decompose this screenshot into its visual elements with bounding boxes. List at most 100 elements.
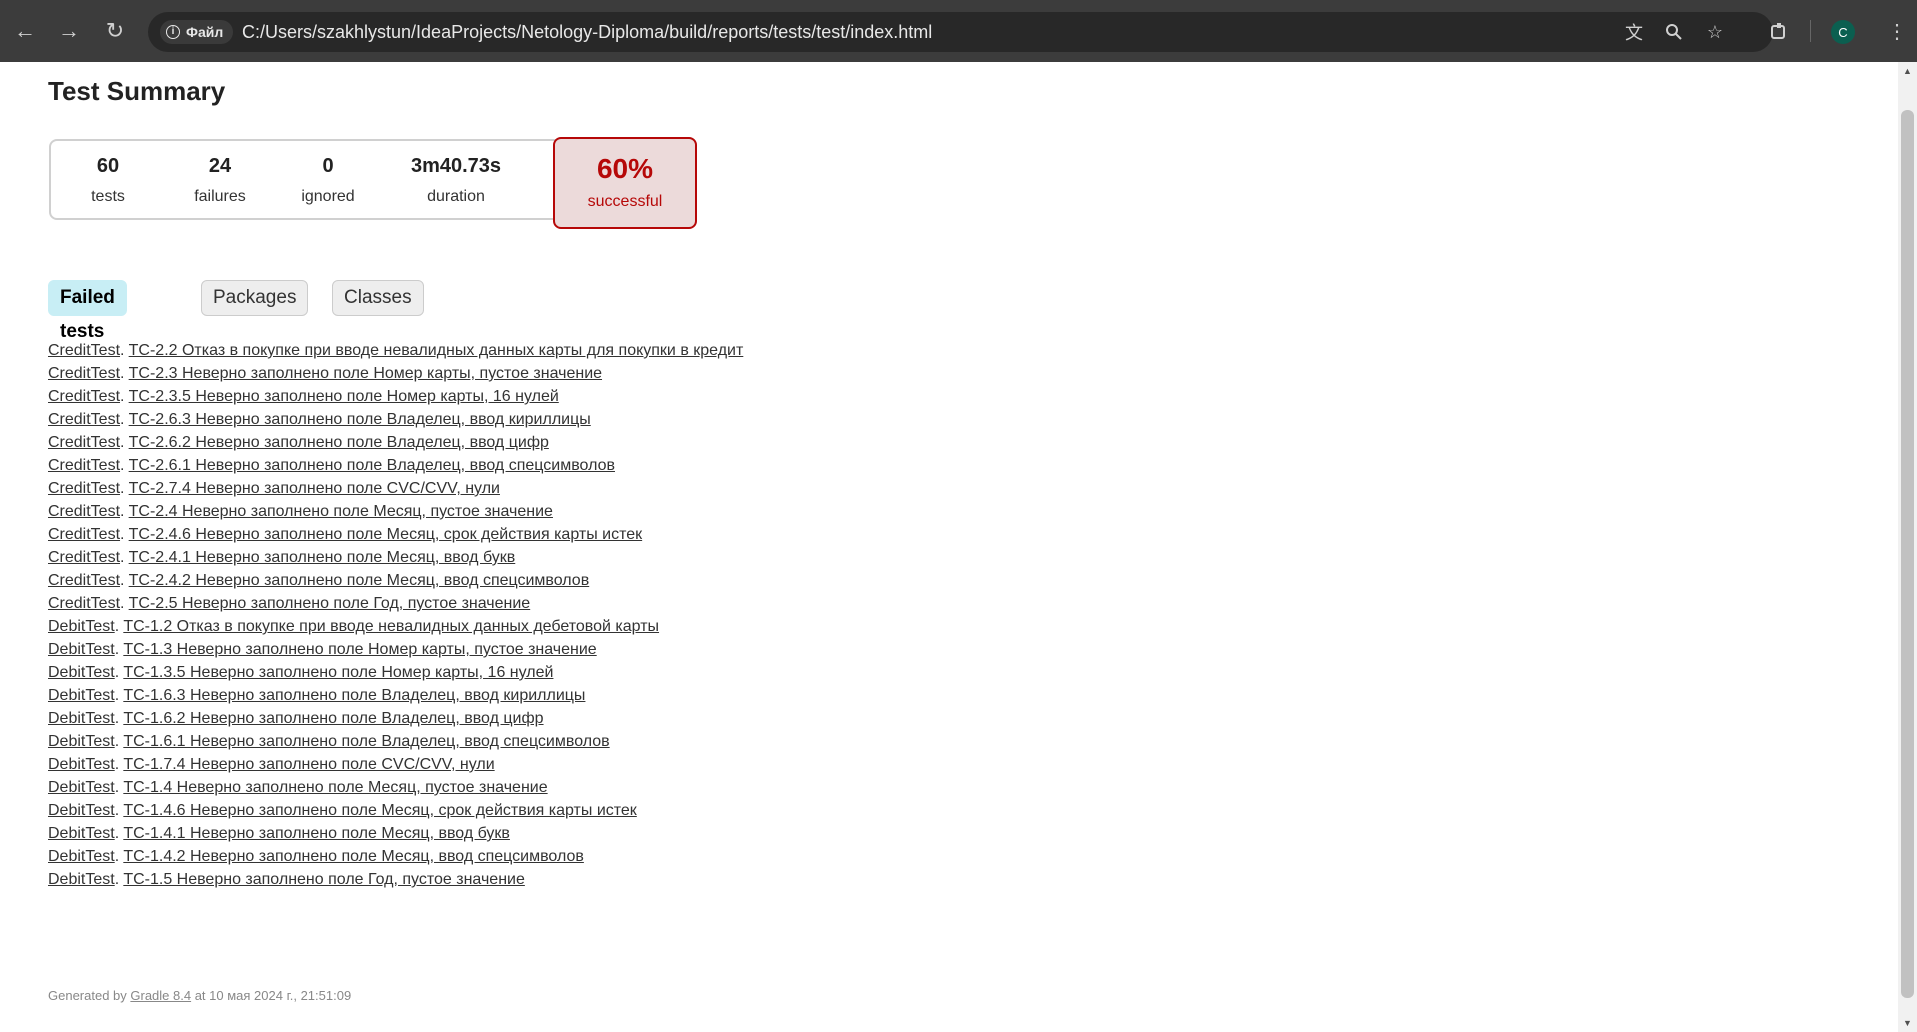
test-class-link[interactable]: CreditTest bbox=[48, 411, 120, 428]
extensions-icon[interactable] bbox=[1764, 16, 1794, 46]
forward-arrow-icon[interactable]: → bbox=[54, 16, 84, 46]
failed-test-row: DebitTest. TC-1.7.4 Неверно заполнено по… bbox=[48, 753, 743, 776]
test-class-link[interactable]: DebitTest bbox=[48, 641, 115, 658]
test-name-link[interactable]: TC-1.4.1 Неверно заполнено поле Месяц, в… bbox=[123, 825, 510, 842]
test-name-link[interactable]: TC-1.7.4 Неверно заполнено поле CVC/CVV,… bbox=[123, 756, 494, 773]
test-name-link[interactable]: TC-2.4.2 Неверно заполнено поле Месяц, в… bbox=[129, 572, 590, 589]
test-name-link[interactable]: TC-2.6.1 Неверно заполнено поле Владелец… bbox=[129, 457, 615, 474]
counter-value: 3m40.73s bbox=[410, 155, 502, 177]
test-class-link[interactable]: CreditTest bbox=[48, 365, 120, 382]
failed-test-row: DebitTest. TC-1.6.2 Неверно заполнено по… bbox=[48, 707, 743, 730]
scroll-up-arrow-icon[interactable]: ▲ bbox=[1898, 64, 1917, 78]
counter-value: 24 bbox=[208, 155, 232, 177]
test-class-link[interactable]: CreditTest bbox=[48, 572, 120, 589]
test-name-link[interactable]: TC-1.6.2 Неверно заполнено поле Владелец… bbox=[123, 710, 543, 727]
test-class-link[interactable]: CreditTest bbox=[48, 480, 120, 497]
counter-label: duration bbox=[427, 188, 485, 205]
test-name-link[interactable]: TC-1.3.5 Неверно заполнено поле Номер ка… bbox=[123, 664, 553, 681]
test-class-link[interactable]: DebitTest bbox=[48, 664, 115, 681]
bookmark-star-icon[interactable]: ☆ bbox=[1703, 20, 1727, 44]
zoom-icon[interactable] bbox=[1662, 20, 1686, 44]
test-class-link[interactable]: DebitTest bbox=[48, 733, 115, 750]
failed-test-row: CreditTest. TC-2.6.1 Неверно заполнено п… bbox=[48, 454, 743, 477]
profile-avatar[interactable]: C bbox=[1831, 20, 1855, 44]
scroll-thumb[interactable] bbox=[1901, 110, 1914, 998]
address-bar[interactable]: i Файл C:/Users/szakhlystun/IdeaProjects… bbox=[148, 12, 1773, 52]
failed-test-row: DebitTest. TC-1.6.3 Неверно заполнено по… bbox=[48, 684, 743, 707]
failed-test-row: DebitTest. TC-1.3.5 Неверно заполнено по… bbox=[48, 661, 743, 684]
test-class-link[interactable]: DebitTest bbox=[48, 687, 115, 704]
translate-icon[interactable]: 文 bbox=[1622, 20, 1646, 44]
test-name-link[interactable]: TC-2.6.2 Неверно заполнено поле Владелец… bbox=[129, 434, 549, 451]
test-class-link[interactable]: DebitTest bbox=[48, 618, 115, 635]
tab-packages[interactable]: Packages bbox=[201, 280, 309, 316]
counter-ignored: 0 ignored bbox=[298, 155, 358, 206]
browser-toolbar: ← → ↻ i Файл C:/Users/szakhlystun/IdeaPr… bbox=[0, 0, 1917, 62]
test-name-link[interactable]: TC-1.4 Неверно заполнено поле Месяц, пус… bbox=[123, 779, 547, 796]
failed-test-row: CreditTest. TC-2.6.2 Неверно заполнено п… bbox=[48, 431, 743, 454]
test-class-link[interactable]: DebitTest bbox=[48, 779, 115, 796]
report-content: Test Summary 60 tests 24 failures 0 igno… bbox=[48, 62, 1888, 1032]
counter-tests: 60 tests bbox=[78, 155, 138, 206]
test-name-link[interactable]: TC-1.6.3 Неверно заполнено поле Владелец… bbox=[123, 687, 585, 704]
row-separator: . bbox=[120, 503, 129, 520]
site-info-label: Файл bbox=[186, 24, 224, 40]
counter-label: ignored bbox=[301, 188, 355, 205]
counter-label: tests bbox=[91, 188, 125, 205]
test-class-link[interactable]: CreditTest bbox=[48, 342, 120, 359]
test-name-link[interactable]: TC-2.6.3 Неверно заполнено поле Владелец… bbox=[129, 411, 591, 428]
test-class-link[interactable]: CreditTest bbox=[48, 503, 120, 520]
test-name-link[interactable]: TC-2.4.1 Неверно заполнено поле Месяц, в… bbox=[129, 549, 516, 566]
url-text[interactable]: C:/Users/szakhlystun/IdeaProjects/Netolo… bbox=[242, 22, 932, 43]
test-name-link[interactable]: TC-2.4.6 Неверно заполнено поле Месяц, с… bbox=[129, 526, 643, 543]
test-class-link[interactable]: DebitTest bbox=[48, 871, 115, 888]
tab-failed-tests[interactable]: Failed tests bbox=[48, 280, 127, 342]
test-class-link[interactable]: DebitTest bbox=[48, 802, 115, 819]
failed-test-row: CreditTest. TC-2.7.4 Неверно заполнено п… bbox=[48, 477, 743, 500]
vertical-scrollbar[interactable]: ▲ ▼ bbox=[1898, 62, 1917, 1032]
test-name-link[interactable]: TC-1.6.1 Неверно заполнено поле Владелец… bbox=[123, 733, 609, 750]
test-name-link[interactable]: TC-1.5 Неверно заполнено поле Год, пусто… bbox=[123, 871, 525, 888]
test-name-link[interactable]: TC-2.2 Отказ в покупке при вводе невалид… bbox=[129, 342, 744, 359]
scroll-down-arrow-icon[interactable]: ▼ bbox=[1898, 1016, 1917, 1030]
row-separator: . bbox=[120, 388, 129, 405]
failed-test-row: CreditTest. TC-2.3 Неверно заполнено пол… bbox=[48, 362, 743, 385]
failed-test-row: DebitTest. TC-1.4.6 Неверно заполнено по… bbox=[48, 799, 743, 822]
test-class-link[interactable]: DebitTest bbox=[48, 756, 115, 773]
counter-duration: 3m40.73s duration bbox=[401, 155, 511, 206]
reload-icon[interactable]: ↻ bbox=[100, 16, 130, 46]
test-class-link[interactable]: DebitTest bbox=[48, 825, 115, 842]
test-name-link[interactable]: TC-2.3.5 Неверно заполнено поле Номер ка… bbox=[129, 388, 559, 405]
test-name-link[interactable]: TC-1.4.6 Неверно заполнено поле Месяц, с… bbox=[123, 802, 637, 819]
test-class-link[interactable]: DebitTest bbox=[48, 710, 115, 727]
test-class-link[interactable]: CreditTest bbox=[48, 457, 120, 474]
site-info-chip[interactable]: i Файл bbox=[160, 20, 234, 44]
test-name-link[interactable]: TC-1.3 Неверно заполнено поле Номер карт… bbox=[123, 641, 596, 658]
info-icon: i bbox=[166, 25, 180, 39]
menu-kebab-icon[interactable]: ⋮ bbox=[1882, 16, 1912, 46]
test-name-link[interactable]: TC-2.3 Неверно заполнено поле Номер карт… bbox=[129, 365, 602, 382]
test-class-link[interactable]: CreditTest bbox=[48, 549, 120, 566]
failed-test-row: CreditTest. TC-2.4.2 Неверно заполнено п… bbox=[48, 569, 743, 592]
test-name-link[interactable]: TC-2.5 Неверно заполнено поле Год, пусто… bbox=[129, 595, 531, 612]
failed-test-row: CreditTest. TC-2.3.5 Неверно заполнено п… bbox=[48, 385, 743, 408]
failed-test-row: DebitTest. TC-1.3 Неверно заполнено поле… bbox=[48, 638, 743, 661]
test-name-link[interactable]: TC-1.4.2 Неверно заполнено поле Месяц, в… bbox=[123, 848, 584, 865]
footer: Generated by Gradle 8.4 at 10 мая 2024 г… bbox=[48, 988, 351, 1003]
test-class-link[interactable]: CreditTest bbox=[48, 388, 120, 405]
tab-classes[interactable]: Classes bbox=[332, 280, 424, 316]
test-name-link[interactable]: TC-1.2 Отказ в покупке при вводе невалид… bbox=[123, 618, 659, 635]
test-class-link[interactable]: CreditTest bbox=[48, 526, 120, 543]
test-name-link[interactable]: TC-2.7.4 Неверно заполнено поле CVC/CVV,… bbox=[129, 480, 500, 497]
counter-label: failures bbox=[194, 188, 246, 205]
failed-test-row: DebitTest. TC-1.6.1 Неверно заполнено по… bbox=[48, 730, 743, 753]
gradle-link[interactable]: Gradle 8.4 bbox=[130, 988, 191, 1003]
row-separator: . bbox=[120, 549, 129, 566]
test-class-link[interactable]: CreditTest bbox=[48, 434, 120, 451]
back-arrow-icon[interactable]: ← bbox=[10, 16, 40, 46]
test-name-link[interactable]: TC-2.4 Неверно заполнено поле Месяц, пус… bbox=[129, 503, 553, 520]
test-class-link[interactable]: CreditTest bbox=[48, 595, 120, 612]
test-class-link[interactable]: DebitTest bbox=[48, 848, 115, 865]
toolbar-separator bbox=[1810, 20, 1811, 42]
row-separator: . bbox=[120, 526, 129, 543]
